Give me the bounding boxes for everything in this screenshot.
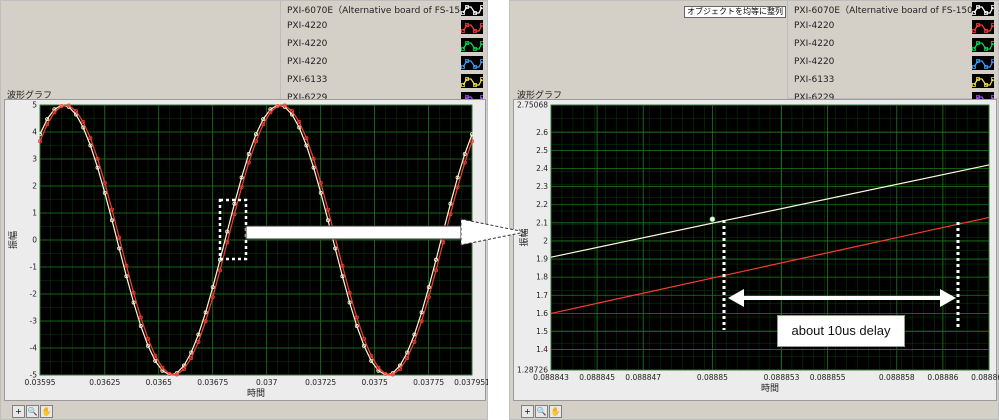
y-tick-label: 1.4 bbox=[536, 345, 548, 354]
delay-annotation-text: about 10us delay bbox=[791, 323, 891, 338]
pan-tool-button[interactable]: ✋ bbox=[549, 405, 562, 418]
waveform-graph-left[interactable]: 0.03595 0.03625 0.0365 0.03675 0.037 0.03725 0… bbox=[0, 0, 488, 400]
x-tick-label: 0.03775 bbox=[413, 378, 444, 387]
x-tick-label: 0.037951 bbox=[454, 378, 488, 387]
y-tick-label: 1.9 bbox=[536, 255, 548, 264]
y-tick-label: 2.75068 bbox=[517, 101, 548, 110]
left-graph-panel: PXI-6070E（Alternative board of FS-1500） P… bbox=[0, 0, 488, 420]
x-tick-label: 0.08885 bbox=[697, 373, 728, 382]
y-tick-label: 1.28726 bbox=[517, 366, 548, 375]
x-axis-title: 時間 bbox=[761, 383, 779, 394]
y-tick-label: 5 bbox=[32, 101, 37, 110]
x-tick-label: 0.08886 bbox=[927, 373, 958, 382]
y-tick-label: 2 bbox=[543, 236, 548, 245]
zoom-tool-button[interactable]: 🔍 bbox=[535, 405, 548, 418]
x-tick-label: 0.088862 bbox=[971, 373, 999, 382]
y-tick-label: 1 bbox=[32, 209, 37, 218]
y-tick-label: 2.6 bbox=[536, 128, 548, 137]
right-graph-panel: PXI-6070E（Alternative board of FS-1500） P… bbox=[509, 0, 999, 420]
x-tick-label: 0.03675 bbox=[197, 378, 228, 387]
pan-tool-button[interactable]: ✋ bbox=[40, 405, 53, 418]
y-tick-label: 2.3 bbox=[536, 182, 548, 191]
y-tick-label: 2.5 bbox=[536, 146, 548, 155]
x-tick-label: 0.037 bbox=[256, 378, 278, 387]
y-tick-label: -3 bbox=[30, 317, 38, 326]
y-tick-label: 0 bbox=[32, 236, 37, 245]
waveform-graph-right[interactable]: 0.088843 0.088845 0.088847 0.08885 0.088853 0… bbox=[509, 0, 999, 400]
y-tick-label: 1.5 bbox=[536, 327, 548, 336]
x-tick-label: 0.088853 bbox=[764, 373, 800, 382]
zoom-tool-button[interactable]: 🔍 bbox=[26, 405, 39, 418]
x-tick-label: 0.088845 bbox=[579, 373, 615, 382]
y-tick-label: 2.1 bbox=[536, 218, 548, 227]
y-tick-label: 2.2 bbox=[536, 200, 548, 209]
y-axis-title: 振幅 bbox=[7, 231, 19, 249]
x-tick-label: 0.088855 bbox=[810, 373, 846, 382]
x-tick-label: 0.0375 bbox=[362, 378, 388, 387]
cursor-tool-button[interactable]: + bbox=[12, 405, 25, 418]
y-axis-title: 振幅 bbox=[518, 228, 530, 246]
align-objects-button[interactable]: オブジェクトを均等に整列 bbox=[684, 6, 786, 18]
y-tick-label: 3 bbox=[32, 155, 37, 164]
series-point bbox=[709, 216, 716, 222]
panel-divider bbox=[488, 0, 509, 420]
y-tick-label: 1.7 bbox=[536, 291, 548, 300]
x-tick-label: 0.03625 bbox=[89, 378, 120, 387]
y-tick-label: 4 bbox=[32, 128, 37, 137]
x-tick-label: 0.0365 bbox=[146, 378, 172, 387]
x-tick-label: 0.088858 bbox=[879, 373, 915, 382]
y-tick-label: -4 bbox=[30, 344, 38, 353]
y-tick-label: -1 bbox=[30, 263, 38, 272]
y-tick-label: -5 bbox=[30, 371, 38, 380]
x-tick-label: 0.088847 bbox=[625, 373, 661, 382]
x-tick-label: 0.03725 bbox=[305, 378, 336, 387]
y-tick-label: 2.4 bbox=[536, 164, 548, 173]
y-tick-label: -2 bbox=[30, 290, 38, 299]
delay-annotation: about 10us delay bbox=[777, 315, 905, 347]
y-tick-label: 1.8 bbox=[536, 273, 548, 282]
cursor-tool-button[interactable]: + bbox=[521, 405, 534, 418]
y-tick-label: 1.6 bbox=[536, 309, 548, 318]
y-tick-label: 2 bbox=[32, 182, 37, 191]
x-axis-title: 時間 bbox=[247, 388, 265, 399]
